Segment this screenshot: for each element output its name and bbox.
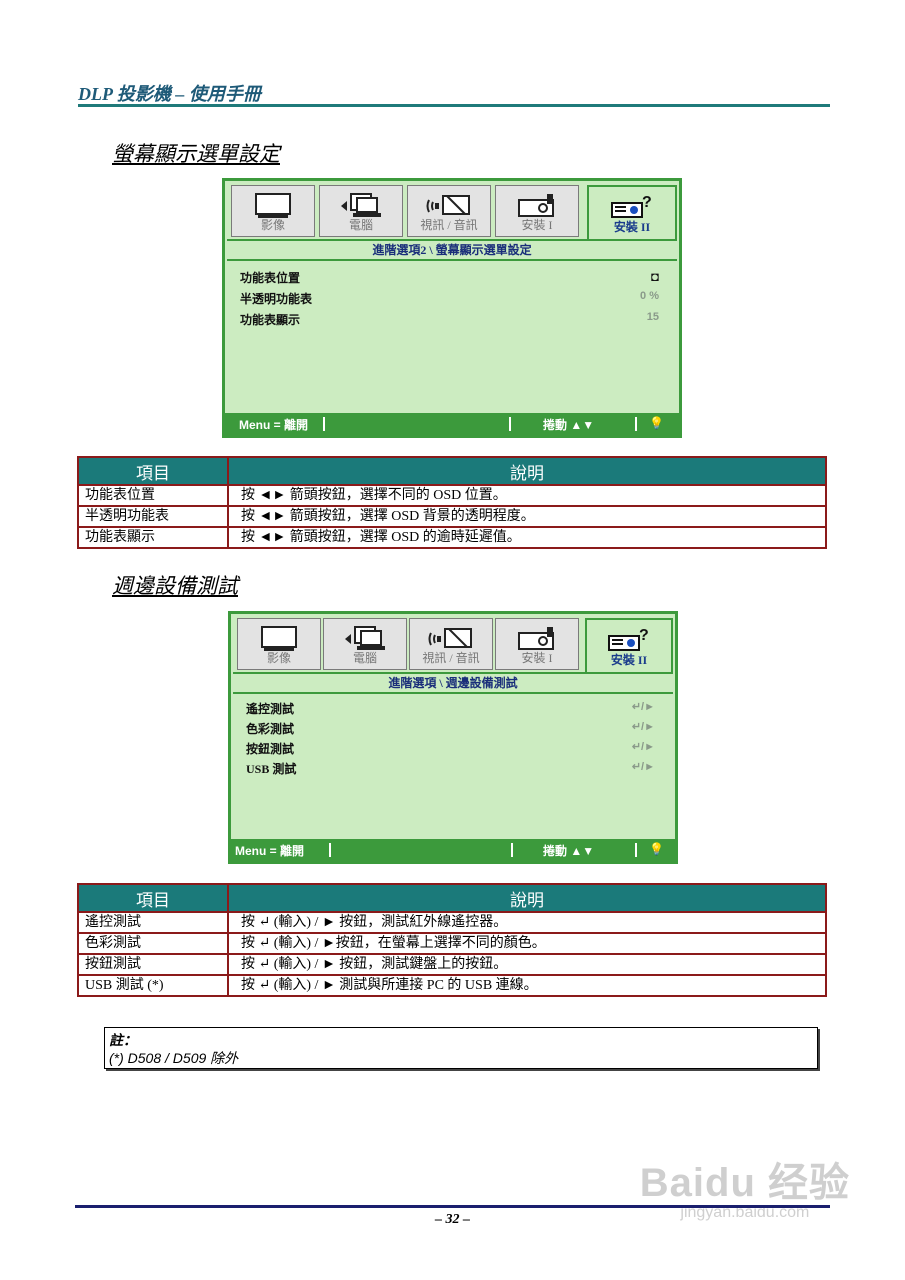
osd-breadcrumb: 進階選項 \ 週邊設備測試 [233, 672, 673, 694]
table-header-description: 說明 [227, 883, 827, 913]
osd-tab-video-audio: 視訊 / 音訊 [409, 618, 493, 670]
table-row: 功能表顯示按 ◄► 箭頭按鈕，選擇 OSD 的逾時延遲值。 [77, 526, 827, 549]
footer-divider [75, 1205, 830, 1208]
svg-text:?: ? [639, 627, 649, 644]
osd-tab-setup-1: 安裝 I [495, 618, 579, 670]
osd-tab-computer: 電腦 [323, 618, 407, 670]
note-text: (*) D508 / D509 除外 [109, 1050, 239, 1066]
table-row: USB 測試 (*) 按 ↵ (輸入) / ► 測試與所連接 PC 的 USB 連… [77, 974, 827, 997]
table-row: 半透明功能表按 ◄► 箭頭按鈕，選擇 OSD 背景的透明程度。 [77, 505, 827, 528]
table-header-item: 項目 [77, 456, 229, 486]
osd-menu-screenshot: 影像 電腦 視訊 / 音訊 安裝 I ? 安裝 II 進階選項2 \ 螢幕顯示選… [222, 178, 682, 438]
section-heading-peripheral-test: 週邊設備測試 [112, 574, 238, 598]
osd-row-menu-position: 功能表位置 ◘ [240, 269, 659, 285]
table-header-item: 項目 [77, 883, 229, 913]
table-row: 功能表位置按 ◄► 箭頭按鈕，選擇不同的 OSD 位置。 [77, 484, 827, 507]
osd-tab-image: 影像 [237, 618, 321, 670]
table-row: 按鈕測試按 ↵ (輸入) / ► 按鈕，測試鍵盤上的按鈕。 [77, 953, 827, 976]
osd-footer-bar: Menu = 離開 捲動 ▲▼ 💡 [231, 839, 675, 861]
osd-tab-video-audio: 視訊 / 音訊 [407, 185, 491, 237]
osd-tab-setup-1: 安裝 I [495, 185, 579, 237]
osd-tab-bar: 影像 電腦 視訊 / 音訊 安裝 I ? 安裝 II [227, 183, 677, 241]
projector-settings-icon: ? [611, 194, 652, 218]
osd-row-menu-display: 功能表顯示 15 [240, 311, 659, 327]
osd-footer-bar: Menu = 離開 捲動 ▲▼ 💡 [225, 413, 679, 435]
osd-settings-table: 項目 說明 功能表位置按 ◄► 箭頭按鈕，選擇不同的 OSD 位置。 半透明功能… [77, 456, 827, 549]
osd-menu-screenshot: 影像 電腦 視訊 / 音訊 安裝 I ? 安裝 II 進階選項 \ 週邊設備測試… [228, 611, 678, 864]
osd-row-color-test: 色彩測試 ↵/► [246, 721, 655, 736]
lamp-icon: 💡 [649, 842, 664, 856]
table-header-description: 說明 [227, 456, 827, 486]
osd-tab-computer: 電腦 [319, 185, 403, 237]
note-title: 註： [109, 1032, 137, 1048]
osd-breadcrumb: 進階選項2 \ 螢幕顯示選單設定 [227, 239, 677, 261]
osd-row-button-test: 按鈕測試 ↵/► [246, 741, 655, 756]
lamp-icon: 💡 [649, 416, 664, 430]
peripheral-test-table: 項目 說明 遙控測試按 ↵ (輸入) / ► 按鈕，測試紅外線遙控器。 色彩測試… [77, 883, 827, 997]
projector-settings-icon: ? [608, 627, 649, 651]
osd-tab-setup-2: ? 安裝 II [585, 618, 673, 674]
note-box: 註： (*) D508 / D509 除外 [104, 1027, 818, 1069]
osd-tab-image: 影像 [231, 185, 315, 237]
table-row: 色彩測試按 ↵ (輸入) / ►按鈕，在螢幕上選擇不同的顏色。 [77, 932, 827, 955]
osd-row-remote-test: 遙控測試 ↵/► [246, 701, 655, 716]
osd-tab-setup-2: ? 安裝 II [587, 185, 677, 241]
document-header-title: DLP 投影機 – 使用手冊 [78, 84, 261, 104]
osd-row-translucent-menu: 半透明功能表 0 % [240, 290, 659, 306]
osd-row-usb-test: USB 測試 ↵/► [246, 761, 655, 776]
osd-tab-bar: 影像 電腦 視訊 / 音訊 安裝 I ? 安裝 II [233, 616, 673, 674]
section-heading-osd-settings: 螢幕顯示選單設定 [112, 142, 280, 166]
watermark-brand: Baidu 经验 [639, 1161, 850, 1205]
svg-text:?: ? [642, 194, 652, 211]
header-divider [78, 104, 830, 107]
table-row: 遙控測試按 ↵ (輸入) / ► 按鈕，測試紅外線遙控器。 [77, 911, 827, 934]
page-number: – 32 – [435, 1212, 470, 1227]
